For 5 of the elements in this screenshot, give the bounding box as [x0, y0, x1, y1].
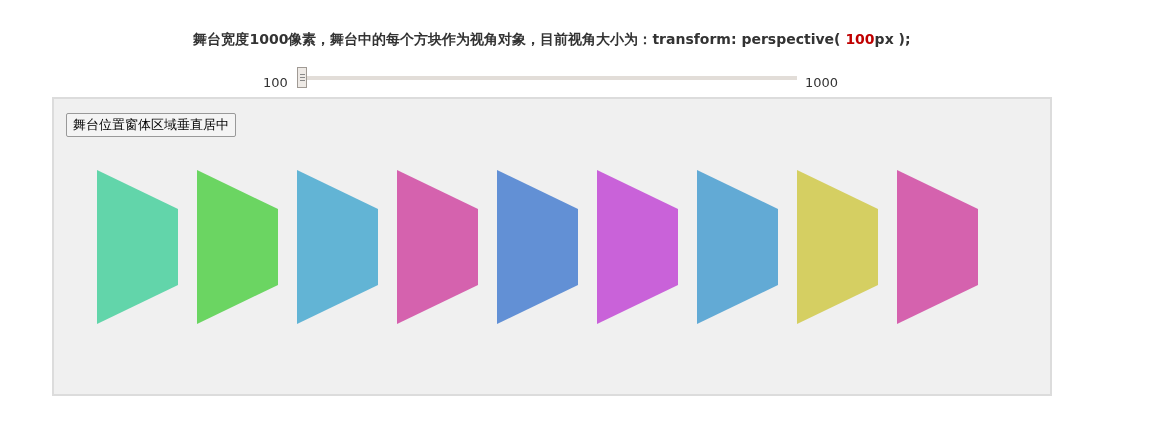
heading-text: 舞台宽度1000像素，舞台中的每个方块作为视角对象，目前视角大小为：transform: perspective( 100px ); — [193, 31, 911, 47]
slider-thumb[interactable] — [297, 66, 307, 88]
slider-max-label: 1000 — [805, 74, 839, 93]
center-stage-button[interactable]: 舞台位置窗体区域垂直居中 — [66, 113, 236, 137]
slider-min-label: 100 — [263, 74, 289, 93]
